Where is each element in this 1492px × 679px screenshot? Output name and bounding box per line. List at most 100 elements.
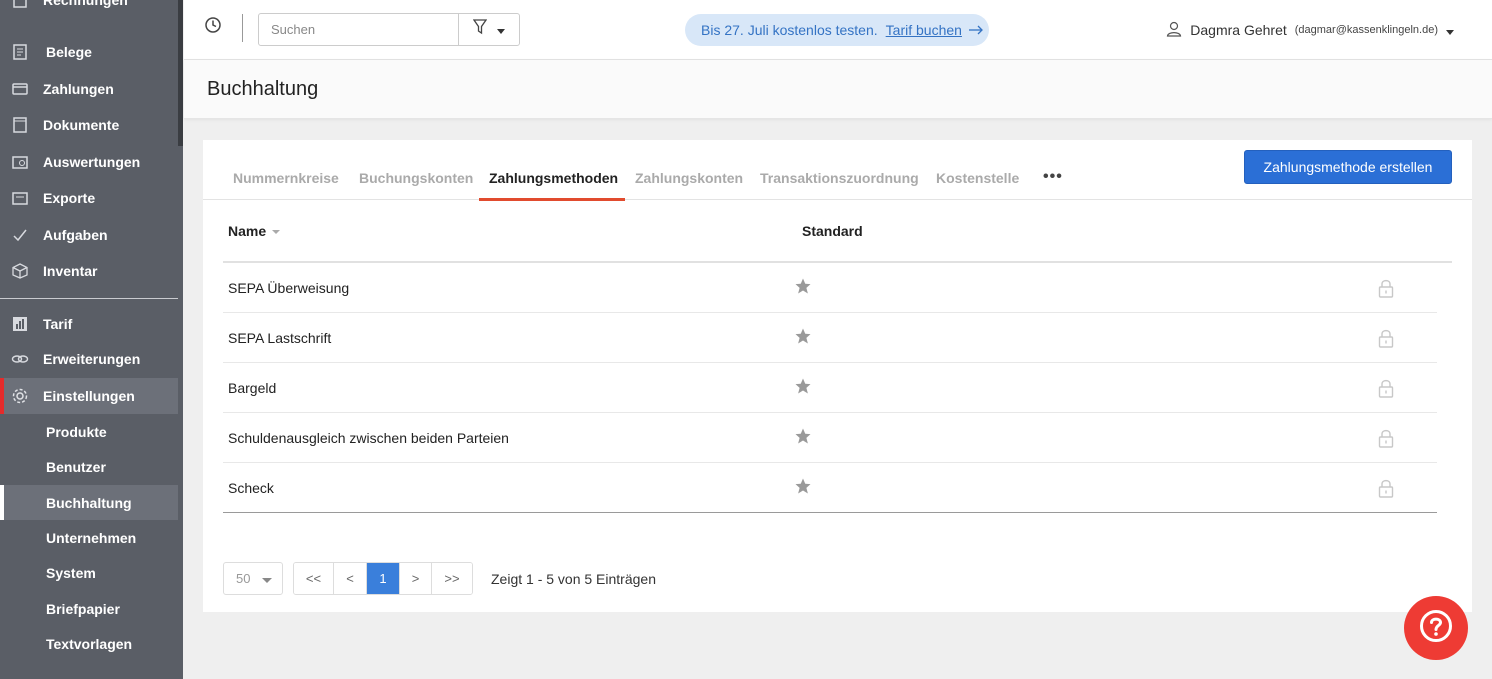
column-header-name[interactable]: Name — [228, 223, 281, 239]
sidebar-item-zahlungen[interactable]: Zahlungen — [0, 71, 178, 107]
star-icon[interactable] — [794, 277, 812, 295]
topbar: Suchen Bis 27. Juli kostenlos testen. Ta… — [184, 0, 1492, 60]
payment-method-name: SEPA Lastschrift — [228, 330, 332, 346]
sidebar-item-label: Auswertungen — [43, 154, 141, 170]
lock-icon — [1378, 378, 1394, 398]
star-icon[interactable] — [794, 327, 812, 345]
history-icon[interactable] — [204, 16, 226, 38]
sidebar-scrollbar[interactable] — [178, 0, 183, 679]
pagination: << < 1 > >> — [293, 562, 473, 595]
first-page-button[interactable]: << — [294, 563, 334, 594]
sidebar-item-label: Exporte — [43, 190, 96, 206]
tab-nummernkreise[interactable]: Nummernkreise — [233, 170, 339, 186]
sidebar-item-exporte[interactable]: Exporte — [0, 180, 178, 216]
trial-text: Bis 27. Juli kostenlos testen. — [701, 22, 878, 38]
sidebar-item-label: Aufgaben — [43, 227, 108, 243]
table-row[interactable]: SEPA Lastschrift — [223, 313, 1437, 363]
tab-zahlungskonten[interactable]: Zahlungskonten — [635, 170, 743, 186]
invoice-icon — [11, 0, 29, 9]
column-header-standard: Standard — [802, 223, 863, 239]
user-icon — [1166, 21, 1182, 40]
sidebar-subitem-label: Unternehmen — [46, 529, 137, 546]
book-plan-link[interactable]: Tarif buchen — [886, 22, 962, 38]
tab-kostenstelle[interactable]: Kostenstelle — [936, 170, 1019, 186]
arrow-right-icon[interactable] — [968, 22, 984, 38]
document-icon — [11, 116, 29, 134]
sidebar-subitem-label: Benutzer — [46, 458, 106, 475]
sidebar-subitem-textvorlagen[interactable]: Textvorlagen — [0, 626, 178, 661]
user-menu[interactable]: Dagmra Gehret (dagmar@kassenklingeln.de) — [1166, 0, 1454, 60]
sort-down-icon — [272, 230, 281, 235]
sidebar-item-rechnungen[interactable]: Rechnungen — [0, 0, 178, 18]
tab-transaktionszuordnung[interactable]: Transaktionszuordnung — [760, 170, 919, 186]
help-button[interactable] — [1404, 596, 1468, 660]
sidebar-subitem-label: Buchhaltung — [46, 494, 132, 511]
sidebar-subitem-produkte[interactable]: Produkte — [0, 414, 178, 449]
next-page-button[interactable]: > — [400, 563, 432, 594]
create-payment-method-button[interactable]: Zahlungsmethode erstellen — [1244, 150, 1452, 184]
lock-icon — [1378, 328, 1394, 348]
sidebar-item-label: Rechnungen — [43, 0, 128, 8]
tab-bar: Nummernkreise Buchungskonten Zahlungsmet… — [203, 140, 1472, 201]
chevron-down-icon — [1446, 22, 1454, 38]
sidebar-item-label: Einstellungen — [43, 388, 135, 404]
box-icon — [11, 262, 29, 280]
sidebar-item-label: Zahlungen — [43, 81, 114, 97]
star-icon[interactable] — [794, 427, 812, 445]
page-header: Buchhaltung — [184, 60, 1492, 119]
sidebar-subitem-unternehmen[interactable]: Unternehmen — [0, 520, 178, 555]
sidebar-item-aufgaben[interactable]: Aufgaben — [0, 217, 178, 253]
sidebar-subitem-briefpapier[interactable]: Briefpapier — [0, 591, 178, 626]
filter-icon — [472, 19, 488, 40]
page-title: Buchhaltung — [207, 78, 319, 100]
receipt-icon — [11, 43, 29, 61]
sidebar-item-belege[interactable]: Belege — [0, 34, 178, 70]
tab-zahlungsmethoden[interactable]: Zahlungsmethoden — [489, 170, 618, 186]
report-icon — [11, 153, 29, 171]
last-page-button[interactable]: >> — [432, 563, 472, 594]
sidebar-item-inventar[interactable]: Inventar — [0, 253, 178, 289]
chevron-down-icon — [497, 21, 505, 39]
star-icon[interactable] — [794, 377, 812, 395]
table-row[interactable]: Schuldenausgleich zwischen beiden Partei… — [223, 413, 1437, 463]
chevron-down-icon — [262, 578, 272, 583]
sidebar-item-dokumente[interactable]: Dokumente — [0, 107, 178, 143]
sidebar-item-label: Inventar — [43, 263, 98, 279]
table-row[interactable]: Scheck — [223, 463, 1437, 513]
sidebar-item-einstellungen[interactable]: Einstellungen — [0, 378, 178, 414]
sidebar-item-label: Tarif — [43, 316, 73, 332]
table-row[interactable]: SEPA Überweisung — [223, 263, 1437, 313]
current-page-button[interactable]: 1 — [367, 563, 400, 594]
payment-method-name: Schuldenausgleich zwischen beiden Partei… — [228, 430, 509, 446]
sidebar-item-tarif[interactable]: Tarif — [0, 306, 178, 342]
column-header-name-label: Name — [228, 223, 267, 239]
tab-buchungskonten[interactable]: Buchungskonten — [359, 170, 473, 186]
user-email: (dagmar@kassenklingeln.de) — [1294, 24, 1438, 36]
gear-icon — [11, 387, 29, 405]
search-input[interactable]: Suchen — [258, 13, 459, 46]
sidebar-item-erweiterungen[interactable]: Erweiterungen — [0, 341, 178, 377]
sidebar-subitem-label: System — [46, 564, 96, 581]
page-size-value: 50 — [236, 571, 251, 586]
sidebar-subitem-benutzer[interactable]: Benutzer — [0, 449, 178, 484]
prev-page-button[interactable]: < — [334, 563, 367, 594]
payment-method-name: Scheck — [228, 480, 274, 496]
table-row[interactable]: Bargeld — [223, 363, 1437, 413]
sidebar-subitem-label: Textvorlagen — [46, 635, 133, 652]
sidebar-subitem-system[interactable]: System — [0, 555, 178, 590]
content-card: Nummernkreise Buchungskonten Zahlungsmet… — [203, 140, 1472, 612]
star-icon[interactable] — [794, 477, 812, 495]
sidebar-subitem-label: Briefpapier — [46, 600, 120, 617]
card-icon — [11, 80, 29, 98]
trial-banner: Bis 27. Juli kostenlos testen. Tarif buc… — [685, 14, 989, 46]
link-icon — [11, 350, 29, 368]
sidebar-subitem-buchhaltung[interactable]: Buchhaltung — [0, 485, 178, 520]
sidebar-item-auswertungen[interactable]: Auswertungen — [0, 144, 178, 180]
filter-dropdown-button[interactable] — [458, 13, 520, 46]
scrollbar-thumb[interactable] — [178, 0, 183, 146]
user-name: Dagmra Gehret — [1190, 22, 1287, 38]
lock-icon — [1378, 428, 1394, 448]
page-size-select[interactable]: 50 — [223, 562, 283, 595]
topbar-divider — [242, 14, 243, 42]
more-tabs-icon[interactable]: ••• — [1043, 168, 1063, 186]
